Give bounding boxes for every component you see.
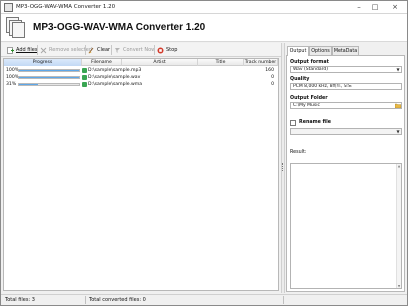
app-title: MP3-OGG-WAV-WMA Converter 1.20	[33, 22, 206, 33]
tab-metadata[interactable]: MetaData	[332, 46, 359, 55]
table-row[interactable]: 100% D:\sample\sample.mp3 160	[4, 67, 278, 74]
rename-file-checkbox[interactable]	[290, 120, 296, 126]
quality-value: PCM 8,000 kHz, 8비트, 모노	[293, 84, 352, 89]
chevron-down-icon: ▼	[396, 129, 400, 134]
audio-file-icon	[82, 75, 87, 80]
stop-icon	[157, 47, 164, 54]
rename-pattern-field[interactable]: ▼	[290, 128, 402, 135]
minimize-button[interactable]: –	[353, 2, 365, 12]
broom-icon	[88, 47, 95, 54]
quality-label: Quality	[290, 77, 310, 82]
maximize-button[interactable]: □	[369, 2, 381, 12]
status-separator	[283, 296, 284, 304]
app-icon	[4, 3, 13, 12]
progress-bar	[18, 76, 80, 79]
panel-splitter[interactable]	[281, 43, 285, 293]
folder-icon[interactable]	[394, 103, 401, 108]
column-progress[interactable]: Progress	[4, 59, 82, 66]
rename-file-label: Rename file	[299, 120, 331, 125]
add-files-button[interactable]: Add files	[7, 45, 38, 55]
add-files-label: Add files	[16, 47, 38, 53]
quality-field[interactable]: PCM 8,000 kHz, 8비트, 모노	[290, 83, 402, 90]
add-file-icon	[7, 46, 14, 54]
app-logo-icon	[6, 17, 26, 39]
tab-bar: Output Options MetaData	[286, 46, 406, 56]
column-artist[interactable]: Artist	[122, 59, 198, 66]
total-converted-status: Total converted files: 0	[89, 297, 146, 303]
toolbar-separator	[154, 45, 155, 55]
filename-cell: D:\sample\sample.wav	[88, 75, 141, 80]
chevron-down-icon: ▼	[396, 67, 400, 72]
status-separator	[85, 296, 86, 304]
table-row[interactable]: 100% D:\sample\sample.wav 0	[4, 74, 278, 81]
column-title[interactable]: Title	[198, 59, 244, 66]
output-tab-content: Output format Wav (Standard) ▼ Quality P…	[286, 55, 405, 292]
scroll-up-icon[interactable]: ▲	[397, 164, 401, 168]
progress-percent: 31%	[6, 82, 17, 87]
convert-now-label: Convert Now	[123, 47, 156, 53]
window-title: MP3-OGG-WAV-WMA Converter 1.20	[16, 4, 116, 10]
clear-label: Clear	[97, 47, 111, 53]
remove-icon	[40, 47, 47, 54]
scroll-down-icon[interactable]: ▼	[397, 284, 401, 288]
column-filename[interactable]: Filename	[82, 59, 122, 66]
convert-icon	[114, 47, 121, 54]
file-list[interactable]: Progress Filename Artist Title Track num…	[3, 58, 279, 291]
result-scrollbar[interactable]: ▲ ▼	[396, 164, 401, 288]
toolbar-separator	[85, 45, 86, 55]
audio-file-icon	[82, 82, 87, 87]
column-track-number[interactable]: Track number	[244, 59, 278, 66]
close-button[interactable]: ×	[389, 2, 401, 12]
splitter-grip[interactable]	[282, 163, 284, 171]
output-folder-value: C:\My Music	[293, 103, 320, 108]
toolbar: Add files Remove selected Clear Convert …	[1, 43, 282, 57]
title-bar[interactable]: MP3-OGG-WAV-WMA Converter 1.20 – □ ×	[1, 1, 407, 14]
toolbar-separator	[37, 45, 38, 55]
total-files-status: Total files: 3	[5, 297, 35, 303]
convert-now-button[interactable]: Convert Now	[114, 45, 155, 55]
filename-cell: D:\sample\sample.mp3	[88, 68, 142, 73]
settings-panel: Output Options MetaData Output format Wa…	[286, 43, 406, 293]
track-number-cell: 0	[271, 82, 274, 87]
progress-bar	[18, 83, 80, 86]
tab-options[interactable]: Options	[309, 46, 332, 55]
table-row[interactable]: 31% D:\sample\sample.wma 0	[4, 81, 278, 88]
output-format-label: Output format	[290, 60, 329, 65]
progress-bar	[18, 69, 80, 72]
track-number-cell: 0	[271, 75, 274, 80]
stop-label: Stop	[166, 47, 178, 53]
output-format-value: Wav (Standard)	[293, 67, 328, 72]
list-header: Progress Filename Artist Title Track num…	[4, 59, 278, 66]
output-format-select[interactable]: Wav (Standard) ▼	[290, 66, 402, 73]
toolbar-separator	[111, 45, 112, 55]
stop-button[interactable]: Stop	[157, 45, 177, 55]
track-number-cell: 160	[265, 68, 274, 73]
clear-button[interactable]: Clear	[88, 45, 110, 55]
tab-output[interactable]: Output	[287, 46, 309, 56]
audio-file-icon	[82, 68, 87, 73]
result-label: Result:	[290, 150, 307, 155]
filename-cell: D:\sample\sample.wma	[88, 82, 143, 87]
app-window: MP3-OGG-WAV-WMA Converter 1.20 – □ × MP3…	[0, 0, 408, 306]
output-folder-label: Output Folder	[290, 96, 328, 101]
status-bar: Total files: 3 Total converted files: 0	[1, 294, 407, 305]
result-text-area[interactable]: ▲ ▼	[290, 163, 402, 289]
app-header: MP3-OGG-WAV-WMA Converter 1.20	[1, 14, 407, 42]
output-folder-field[interactable]: C:\My Music	[290, 102, 402, 109]
